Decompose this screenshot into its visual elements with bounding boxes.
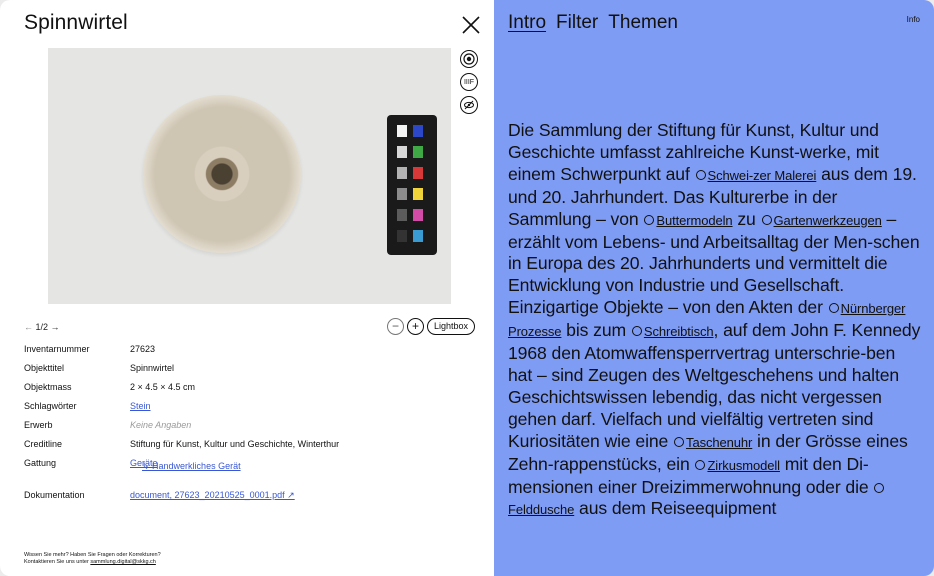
color-reference-card	[387, 115, 437, 255]
metadata-row: Dokumentation document, 27623_20210525_0…	[24, 490, 474, 509]
nav-filter[interactable]: Filter	[556, 12, 598, 34]
prev-image-button[interactable]: ←	[24, 322, 33, 332]
object-image[interactable]	[48, 48, 451, 304]
link-circle-icon	[761, 214, 772, 225]
link-circle-icon	[631, 326, 642, 337]
keyword-link[interactable]: Stein	[130, 401, 151, 411]
nav-themen[interactable]: Themen	[608, 12, 678, 34]
field-value: 2 × 4.5 × 4.5 cm	[130, 382, 196, 392]
intro-link[interactable]: Felddusche	[508, 502, 574, 517]
iiif-label: IIIF	[463, 78, 475, 86]
image-tools: IIIF	[460, 50, 480, 119]
metadata-row: Objektmass 2 × 4.5 × 4.5 cm	[24, 382, 474, 401]
spindle-whorl-image	[143, 95, 301, 253]
subcategory-link[interactable]: ↳ Handwerkliches Gerät	[142, 461, 241, 472]
link-circle-icon	[695, 459, 706, 470]
nav-intro[interactable]: Intro	[508, 12, 546, 34]
intro-link[interactable]: Gartenwerkzeugen	[774, 213, 882, 228]
intro-panel: Intro Filter Themen Info Die Sammlung de…	[494, 0, 934, 576]
metadata-row: Objekttitel Spinnwirtel	[24, 363, 474, 382]
field-label: Gattung	[24, 458, 57, 468]
field-value: Keine Angaben	[130, 420, 192, 430]
metadata-table: Inventarnummer 27623 Objekttitel Spinnwi…	[24, 344, 474, 509]
image-pager: ← 1/2 →	[24, 322, 60, 332]
intro-link[interactable]: Schreibtisch	[644, 324, 714, 339]
info-link[interactable]: Info	[907, 15, 920, 24]
field-value: 27623	[130, 344, 156, 354]
top-navigation: Intro Filter Themen	[508, 12, 678, 34]
metadata-row: Creditline Stiftung für Kunst, Kultur un…	[24, 439, 474, 458]
page-indicator: 1/2	[35, 322, 49, 332]
lightbox-button[interactable]: Lightbox	[427, 318, 476, 335]
field-value: Spinnwirtel	[130, 363, 175, 373]
contact-line1: Wissen Sie mehr? Haben Sie Fragen oder K…	[24, 552, 161, 558]
field-label: Erwerb	[24, 420, 53, 430]
object-detail-panel: Spinnwirtel IIIF ← 1/2 → − + Lightbox In…	[0, 0, 494, 576]
link-circle-icon	[644, 214, 655, 225]
metadata-row: Schlagwörter Stein	[24, 401, 474, 420]
field-label: Inventarnummer	[24, 344, 90, 354]
field-label: Dokumentation	[24, 490, 85, 500]
link-circle-icon	[674, 436, 685, 447]
field-label: Objektmass	[24, 382, 72, 392]
contact-line2: Kontaktieren Sie uns unter sammlung.digi…	[24, 559, 156, 565]
field-label: Objekttitel	[24, 363, 65, 373]
eye-off-icon[interactable]	[460, 96, 478, 114]
intro-link[interactable]: Taschenuhr	[686, 435, 752, 450]
iiif-icon[interactable]: IIIF	[460, 73, 478, 91]
metadata-row: Erwerb Keine Angaben	[24, 420, 474, 439]
field-label: Creditline	[24, 439, 63, 449]
zoom-out-button[interactable]: −	[387, 318, 404, 335]
intro-link[interactable]: Buttermodeln	[656, 213, 732, 228]
metadata-row: Inventarnummer 27623	[24, 344, 474, 363]
document-link[interactable]: document, 27623_20210525_0001.pdf ↗	[130, 490, 295, 500]
field-label: Schlagwörter	[24, 401, 77, 411]
intro-link[interactable]: Schwei-zer Malerei	[708, 168, 817, 183]
close-icon[interactable]	[460, 14, 482, 36]
contact-note: Wissen Sie mehr? Haben Sie Fragen oder K…	[24, 552, 161, 566]
intro-text: Die Sammlung der Stiftung für Kunst, Kul…	[508, 120, 921, 519]
field-value: Stiftung für Kunst, Kultur und Geschicht…	[130, 439, 340, 449]
zoom-in-button[interactable]: +	[407, 318, 424, 335]
object-title: Spinnwirtel	[24, 11, 128, 34]
contact-email-link[interactable]: sammlung.digital@skkg.ch	[90, 559, 156, 565]
link-circle-icon	[874, 482, 885, 493]
intro-link[interactable]: Zirkusmodell	[707, 458, 780, 473]
link-circle-icon	[695, 169, 706, 180]
zoom-controls: − + Lightbox	[387, 318, 476, 335]
link-circle-icon	[828, 303, 839, 314]
next-image-button[interactable]: →	[51, 322, 60, 332]
metadata-row: Gattung Geräte	[24, 458, 474, 490]
target-icon[interactable]	[460, 50, 478, 68]
